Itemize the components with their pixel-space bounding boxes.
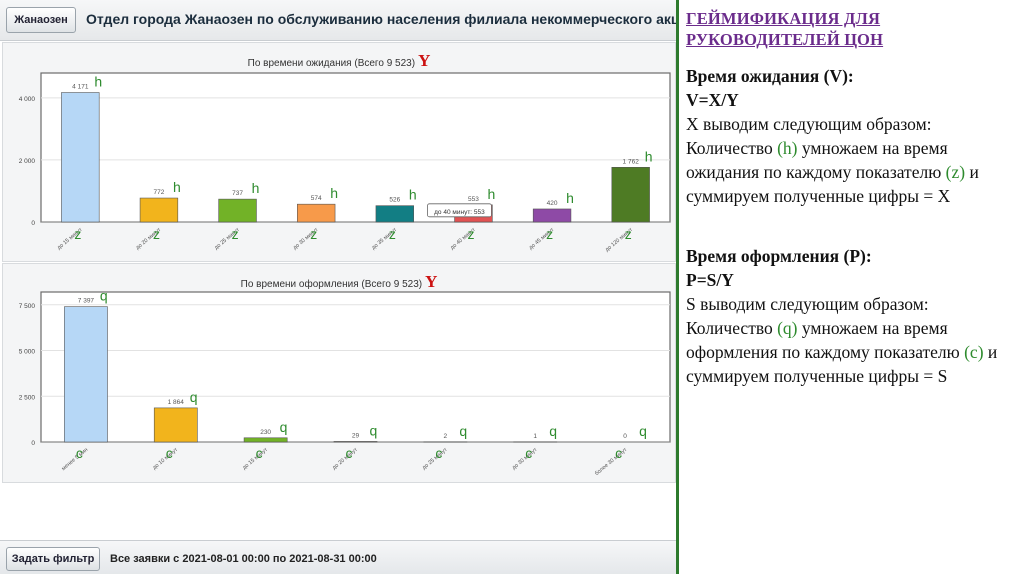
bar	[297, 203, 336, 223]
bar	[375, 205, 414, 223]
axis-annotation: z	[389, 226, 396, 242]
waiting-time-chart: 02 0004 0004 171 hдо 15 минутz772 hдо 20 м…	[19, 72, 671, 253]
axis-annotation: c	[525, 445, 532, 461]
bar-annotation: h	[252, 180, 260, 196]
y-tick-label: 0	[31, 220, 35, 227]
bar	[532, 208, 572, 223]
bottom-toolbar: Задать фильтр Все заявки с 2021-08-01 00…	[0, 540, 676, 574]
y-tick-label: 0	[31, 440, 35, 447]
plot-area	[40, 291, 671, 443]
processing-time-panel: По времени оформления (Всего 9 523) Y 0 2 …	[2, 263, 676, 483]
report-window: Жанаозен Отдел города Жанаозен по обслуж…	[0, 0, 676, 574]
axis-annotation: c	[76, 445, 83, 461]
h-annotation: (h)	[777, 138, 798, 158]
bar	[333, 441, 378, 443]
bar-annotation: q	[459, 423, 467, 439]
bar-value-label: 1 762	[623, 158, 640, 165]
chart-title-processing: По времени оформления (Всего 9 523) Y	[240, 272, 438, 291]
period-label: Все заявки с 2021-08-01 00:00 по 2021-08…	[110, 553, 377, 565]
city-tab[interactable]: Жанаозен	[6, 7, 76, 33]
bar-annotation: h	[330, 185, 338, 201]
window-header: Жанаозен Отдел города Жанаозен по обслуж…	[0, 0, 676, 41]
bar-value-label: 29	[352, 432, 360, 439]
axis-annotation: z	[546, 226, 553, 242]
bar	[243, 437, 288, 443]
set-filter-button[interactable]: Задать фильтр	[6, 547, 100, 571]
wait-time-title: Время ожидания (V):	[686, 66, 854, 86]
bar	[218, 198, 257, 223]
bar-value-label: 772	[154, 189, 165, 196]
bar-value-label: 1 864	[168, 399, 185, 406]
bar-value-label: 526	[389, 197, 400, 204]
bar-annotation: h	[409, 187, 417, 203]
bar-annotation: q	[639, 423, 647, 439]
bar	[61, 92, 100, 223]
bar-value-label: 737	[232, 190, 243, 197]
x-explanation: Количество (h) умножаем на время ожидани…	[686, 138, 979, 206]
axis-annotation: c	[166, 445, 173, 461]
y-marker-processing: Y	[425, 272, 438, 291]
axis-annotation: z	[310, 226, 317, 242]
processing-time-title: Время оформления (P):	[686, 246, 872, 266]
axis-annotation: c	[435, 445, 442, 461]
x-tick-label: более 30 минут	[594, 447, 629, 477]
axis-annotation: z	[232, 226, 239, 242]
notes-heading: ГЕЙМИФИКАЦИЯ ДЛЯ РУКОВОДИТЕЛЕЙ ЦОН	[686, 9, 884, 49]
bar-value-label: 1	[533, 433, 537, 440]
y-tick-label: 4 000	[19, 96, 36, 103]
axis-annotation: z	[467, 226, 474, 242]
s-explanation: Количество (q) умножаем на время оформле…	[686, 318, 998, 386]
z-annotation: (z)	[945, 162, 966, 182]
processing-formula: P=S/Y	[686, 270, 734, 290]
y-marker-wait: Y	[418, 51, 431, 70]
bar-value-label: 0	[623, 433, 627, 440]
bar-annotation: q	[190, 389, 198, 405]
bar-annotation: h	[94, 74, 102, 90]
bar-value-label: 2	[444, 433, 448, 440]
c-annotation: (с)	[964, 342, 984, 362]
bar-value-label: 574	[311, 195, 322, 202]
bar-annotation: h	[487, 186, 495, 202]
processing-time-chart: 02 5005 0007 5007 397 qменее 5 минc1 864 q…	[19, 288, 671, 477]
y-tick-label: 5 000	[19, 349, 36, 356]
bar-value-label: 230	[260, 429, 271, 436]
y-tick-label: 2 500	[19, 394, 36, 401]
bar	[153, 407, 198, 443]
bar-annotation: q	[549, 423, 557, 439]
bar	[139, 197, 179, 223]
wait-formula: V=X/Y	[686, 90, 739, 110]
bar-annotation: h	[173, 179, 181, 195]
s-intro: S выводим следующим образом:	[686, 294, 929, 314]
page-title: Отдел города Жанаозен по обслуживанию на…	[86, 11, 676, 27]
gamification-notes: ГЕЙМИФИКАЦИЯ ДЛЯ РУКОВОДИТЕЛЕЙ ЦОН Время…	[686, 8, 1016, 388]
tooltip-text: до 40 минут: 553	[434, 209, 485, 216]
bar-value-label: 420	[547, 200, 558, 207]
y-tick-label: 2 000	[19, 158, 36, 165]
axis-annotation: z	[153, 226, 160, 242]
bar-annotation: q	[280, 419, 288, 435]
bar-value-label: 7 397	[78, 298, 95, 305]
axis-annotation: z	[625, 226, 632, 242]
bar-annotation: h	[566, 190, 574, 206]
axis-annotation: c	[256, 445, 263, 461]
bar	[64, 306, 108, 443]
axis-annotation: c	[346, 445, 353, 461]
bar-value-label: 4 171	[72, 84, 89, 91]
plot-area	[40, 72, 671, 223]
bar-annotation: h	[645, 148, 653, 164]
axis-annotation: c	[615, 445, 622, 461]
bar-annotation: q	[370, 422, 378, 438]
x-intro: X выводим следующим образом:	[686, 114, 932, 134]
y-tick-label: 7 500	[19, 303, 36, 310]
bar	[611, 167, 650, 223]
bar-value-label: 553	[468, 196, 479, 203]
q-annotation: (q)	[777, 318, 798, 338]
axis-annotation: z	[74, 226, 81, 242]
chart-title-wait: По времени ожидания (Всего 9 523) Y	[247, 51, 431, 70]
waiting-time-panel: По времени ожидания (Всего 9 523) Y 0 2 00…	[2, 42, 676, 262]
green-divider	[676, 0, 679, 574]
